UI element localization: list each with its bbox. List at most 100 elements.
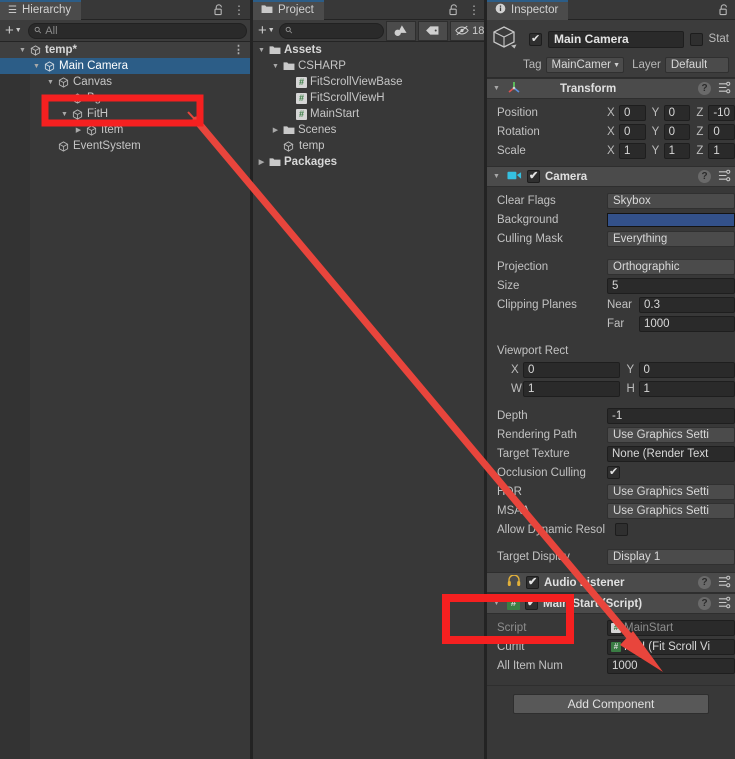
hierarchy-scene-row[interactable]: temp* ⋮ xyxy=(0,42,250,58)
hierarchy-item-eventsystem[interactable]: EventSystem xyxy=(0,138,250,154)
lock-open-icon[interactable] xyxy=(447,2,461,18)
scale-y-field[interactable]: 1 xyxy=(663,142,691,159)
tab-hierarchy[interactable]: ☰ Hierarchy xyxy=(0,0,82,20)
chevron-right-icon[interactable] xyxy=(270,126,281,134)
rotation-z-field[interactable]: 0 xyxy=(708,123,735,140)
rendering-path-label: Rendering Path xyxy=(497,428,577,441)
hierarchy-item-item[interactable]: Item xyxy=(0,122,250,138)
help-icon[interactable]: ? xyxy=(698,82,711,95)
rotation-y-field[interactable]: 0 xyxy=(663,123,691,140)
hierarchy-item-fith[interactable]: FitH xyxy=(0,106,250,122)
chevron-down-icon[interactable] xyxy=(31,63,42,70)
chevron-down-icon[interactable] xyxy=(45,79,56,86)
lock-open-icon[interactable] xyxy=(717,2,731,18)
chevron-down-icon[interactable] xyxy=(491,173,502,180)
viewport-w-field[interactable]: 1 xyxy=(523,380,620,397)
gear-icon[interactable] xyxy=(718,169,731,185)
tag-dropdown[interactable]: MainCamer ▼ xyxy=(545,57,625,73)
rendering-path-dropdown[interactable]: Use Graphics Setti xyxy=(607,426,735,443)
add-component-button[interactable]: Add Component xyxy=(513,694,709,714)
size-field[interactable]: 5 xyxy=(607,277,735,294)
project-item-fitscrollviewbase[interactable]: # FitScrollViewBase xyxy=(253,74,485,90)
gear-icon[interactable] xyxy=(718,81,731,97)
project-item-temp[interactable]: temp xyxy=(253,138,485,154)
hierarchy-item-bg[interactable]: Bg xyxy=(0,90,250,106)
label-filter-icon[interactable] xyxy=(417,20,448,41)
target-texture-field[interactable]: None (Render Text xyxy=(607,445,735,462)
gameobject-name-field[interactable]: Main Camera xyxy=(548,30,684,48)
folder-icon xyxy=(261,4,273,17)
chevron-down-icon[interactable] xyxy=(270,63,281,70)
near-field[interactable]: 0.3 xyxy=(639,296,735,313)
chevron-down-icon[interactable] xyxy=(491,600,502,607)
chevron-right-icon[interactable] xyxy=(256,158,267,166)
culling-mask-dropdown[interactable]: Everything xyxy=(607,230,735,247)
tab-project[interactable]: Project xyxy=(253,0,324,20)
project-item-fitscrollviewh[interactable]: # FitScrollViewH xyxy=(253,90,485,106)
project-item-packages[interactable]: Packages xyxy=(253,154,485,170)
chevron-down-icon[interactable] xyxy=(491,85,502,92)
chevron-down-icon[interactable] xyxy=(256,47,267,54)
chevron-down-icon[interactable] xyxy=(59,111,70,118)
static-checkbox[interactable] xyxy=(689,32,703,46)
help-icon[interactable]: ? xyxy=(698,170,711,183)
background-color-swatch[interactable] xyxy=(607,212,735,227)
hierarchy-item-main-camera[interactable]: Main Camera xyxy=(0,58,250,74)
curfit-object-field[interactable]: # FitH (Fit Scroll Vi xyxy=(607,638,735,655)
depth-field[interactable]: -1 xyxy=(607,407,735,424)
help-icon[interactable]: ? xyxy=(698,597,711,610)
gear-icon[interactable] xyxy=(718,575,731,591)
viewport-rect-row: Viewport Rect xyxy=(487,341,735,360)
scale-x-value: 1 xyxy=(624,144,631,157)
tab-inspector[interactable]: Inspector xyxy=(487,0,569,20)
camera-enabled-checkbox[interactable] xyxy=(527,169,540,183)
viewport-x-field[interactable]: 0 xyxy=(523,361,620,378)
viewport-y-field[interactable]: 0 xyxy=(638,361,735,378)
viewport-h-field[interactable]: 1 xyxy=(638,380,735,397)
all-item-num-field[interactable]: 1000 xyxy=(607,657,735,674)
msaa-dropdown[interactable]: Use Graphics Setti xyxy=(607,502,735,519)
target-texture-value: None (Render Text xyxy=(612,447,709,460)
gear-icon[interactable] xyxy=(718,596,731,612)
chevron-right-icon[interactable] xyxy=(73,126,84,134)
hdr-dropdown[interactable]: Use Graphics Setti xyxy=(607,483,735,500)
main-start-enabled-checkbox[interactable] xyxy=(525,596,538,610)
rotation-x-field[interactable]: 0 xyxy=(619,123,646,140)
project-item-assets[interactable]: Assets xyxy=(253,42,485,58)
main-start-component-header[interactable]: # Main Start (Script) ? xyxy=(487,593,735,614)
far-field[interactable]: 1000 xyxy=(639,315,735,332)
position-y-field[interactable]: 0 xyxy=(663,104,691,121)
scale-x-field[interactable]: 1 xyxy=(619,142,646,159)
help-icon[interactable]: ? xyxy=(698,576,711,589)
project-item-csharp[interactable]: CSHARP xyxy=(253,58,485,74)
audio-listener-enabled-checkbox[interactable] xyxy=(526,575,539,589)
hierarchy-add-button[interactable]: + ▼ xyxy=(3,22,24,39)
dynamic-resolution-checkbox[interactable] xyxy=(615,523,628,536)
audio-listener-title: Audio Listener xyxy=(544,576,625,589)
kebab-menu-icon[interactable]: ⋮ xyxy=(233,43,244,57)
project-search-input[interactable]: ⚲ xyxy=(278,22,384,39)
layer-dropdown[interactable]: Default xyxy=(664,57,729,73)
camera-component-header[interactable]: Camera ? xyxy=(487,166,735,187)
target-display-dropdown[interactable]: Display 1 xyxy=(607,548,735,565)
lock-open-icon[interactable] xyxy=(212,2,226,18)
shapes-filter-icon[interactable] xyxy=(385,20,416,41)
hierarchy-search-input[interactable]: ⚲ All xyxy=(27,22,247,39)
kebab-menu-icon[interactable]: ⋮ xyxy=(467,2,481,18)
occlusion-culling-checkbox[interactable] xyxy=(607,465,620,479)
position-x-field[interactable]: 0 xyxy=(619,104,646,121)
kebab-menu-icon[interactable]: ⋮ xyxy=(232,2,246,18)
project-item-mainstart[interactable]: # MainStart xyxy=(253,106,485,122)
hierarchy-item-canvas[interactable]: Canvas xyxy=(0,74,250,90)
project-item-scenes[interactable]: Scenes xyxy=(253,122,485,138)
projection-dropdown[interactable]: Orthographic xyxy=(607,258,735,275)
clear-flags-dropdown[interactable]: Skybox xyxy=(607,192,735,209)
project-add-button[interactable]: + ▼ xyxy=(256,22,277,39)
gameobject-enabled-checkbox[interactable] xyxy=(529,32,542,46)
scale-z-field[interactable]: 1 xyxy=(708,142,735,159)
transform-component-header[interactable]: Transform ? xyxy=(487,78,735,99)
audio-listener-component-header[interactable]: Audio Listener ? xyxy=(487,572,735,593)
hidden-count-icon[interactable]: 18 xyxy=(449,20,485,41)
position-z-field[interactable]: -10 xyxy=(708,104,735,121)
chevron-down-icon[interactable] xyxy=(17,47,28,54)
